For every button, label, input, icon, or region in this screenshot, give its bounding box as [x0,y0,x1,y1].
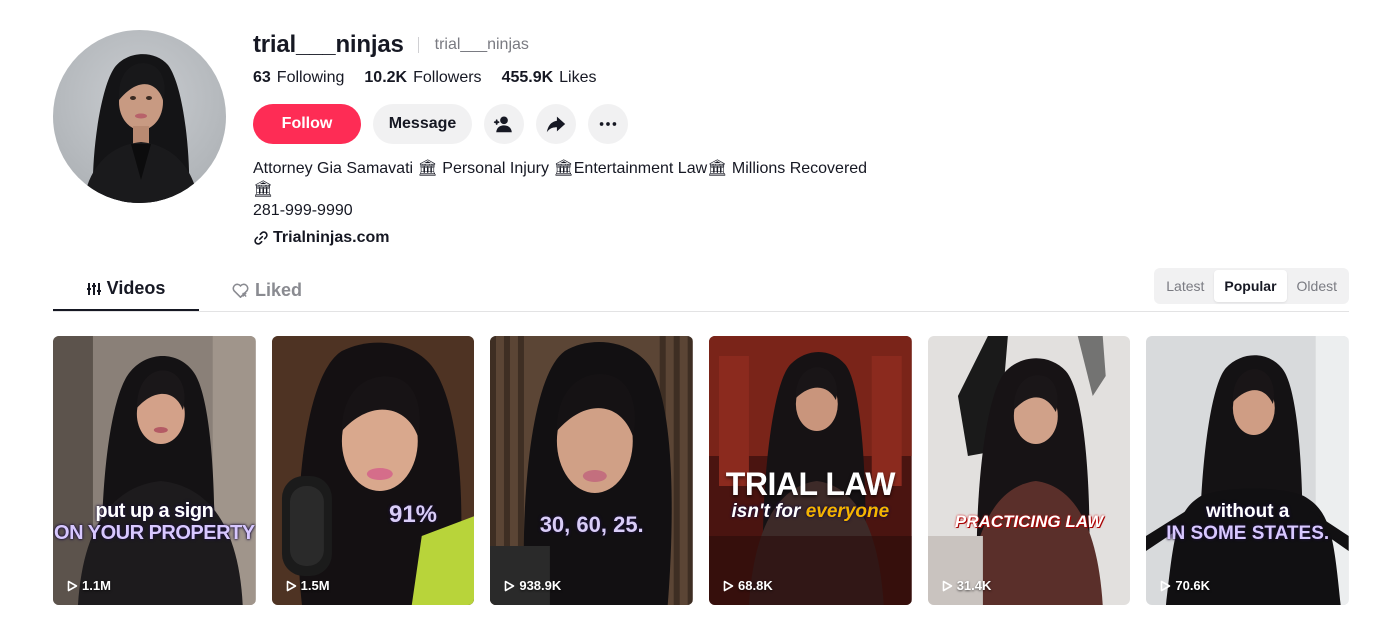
message-button[interactable]: Message [373,104,472,144]
video-views: 31.4K [942,578,992,593]
share-button[interactable] [536,104,576,144]
play-icon [286,580,296,591]
tab-videos[interactable]: Videos [53,268,199,311]
video-caption-line1: 91% [388,501,438,528]
more-icon [599,122,617,126]
video-caption-accent: everyone [805,501,890,522]
tab-liked-label: Liked [254,279,302,300]
video-caption-line1: put up a sign [95,500,214,522]
link-icon [254,231,268,245]
video-caption-line1: without a [1206,501,1290,522]
video-caption: put up a sign ON YOUR PROPERTY [53,500,256,544]
video-caption-line1: PRACTICING LAW [954,512,1104,531]
profile-actions: Follow Message [253,104,953,144]
profile-avatar [53,30,226,203]
play-icon [942,580,952,591]
sort-oldest[interactable]: Oldest [1287,270,1347,302]
tab-videos-label: Videos [106,278,166,298]
play-icon [1161,580,1171,591]
profile-bio: Attorney Gia Samavati 🏛 Personal Injury … [253,160,868,219]
video-thumbnail [490,336,694,605]
following-label: Following [276,69,345,86]
video-views: 938.9K [504,578,561,593]
profile-link[interactable]: Trialninjas.com [253,229,953,247]
video-caption-line2: ON YOUR PROPERTY [54,522,255,544]
video-card[interactable]: 91% 1.5M [271,336,475,605]
play-icon [723,580,734,591]
add-friend-button[interactable] [484,104,524,144]
username: trial___ninjas [253,31,404,58]
video-card[interactable]: put up a sign ON YOUR PROPERTY 1.1M [53,336,256,605]
video-caption: TRIAL LAW isn't for everyone [709,466,912,523]
likes-stat: 455.9K Likes [502,69,597,87]
video-views-count: 1.1M [82,578,111,593]
video-views-count: 938.9K [519,578,562,593]
video-card[interactable]: PRACTICING LAW 31.4K [927,336,1131,605]
profile-stats: 63 Following 10.2K Followers 455.9K Likes [253,67,953,89]
video-views: 1.5M [286,578,330,593]
follow-button[interactable]: Follow [253,104,361,144]
followers-label: Followers [413,69,482,86]
followers-stat[interactable]: 10.2K Followers [364,69,481,87]
nickname: trial___ninjas [434,36,529,53]
more-options-button[interactable] [588,104,628,144]
following-count: 63 [253,69,271,86]
video-thumbnail [53,336,256,605]
video-views-count: 68.8K [738,578,773,593]
video-thumbnail [1146,336,1350,605]
video-caption: 91% [272,501,475,529]
video-views: 1.1M [67,578,111,593]
video-card[interactable]: TRIAL LAW isn't for everyone 68.8K [709,336,912,605]
video-caption-line1: TRIAL LAW [725,466,896,502]
video-caption-line2: isn't for everyone [709,501,912,523]
play-icon [67,580,78,591]
name-row: trial___ninjas trial___ninjas [253,30,953,60]
video-views-count: 1.5M [300,578,330,593]
tab-liked[interactable]: Liked [199,268,335,312]
share-icon [546,116,566,133]
video-card[interactable]: without a IN SOME STATES. 70.6K [1146,336,1350,605]
video-views-count: 70.6K [1175,578,1211,593]
video-views: 70.6K [1160,578,1210,593]
add-friend-icon [493,116,512,133]
name-divider [417,37,419,53]
video-caption-line1: 30, 60, 25. [539,512,644,537]
video-caption-prefix: isn't for [731,501,801,522]
profile-tabs: Videos Liked Latest Popular Oldest [53,268,1349,312]
video-views-count: 31.4K [956,578,992,593]
sort-switcher: Latest Popular Oldest [1154,268,1349,304]
sort-latest[interactable]: Latest [1156,270,1214,302]
video-views: 68.8K [723,578,773,593]
video-caption: PRACTICING LAW [928,512,1131,532]
liked-heart-icon [232,283,249,298]
play-icon [505,580,515,591]
video-caption: 30, 60, 25. [490,512,693,538]
likes-label: Likes [559,69,597,86]
likes-count: 455.9K [501,69,554,86]
video-card[interactable]: 30, 60, 25. 938.9K [490,336,694,605]
profile-info: trial___ninjas trial___ninjas 63 Followin… [253,30,953,247]
videos-grid-icon [86,282,101,295]
video-caption: without a IN SOME STATES. [1146,501,1349,545]
video-thumbnail [271,336,475,605]
sort-popular[interactable]: Popular [1214,270,1287,302]
video-grid: put up a sign ON YOUR PROPERTY 1.1M 91% … [53,336,1350,605]
video-thumbnail [927,336,1131,605]
avatar-image [83,54,199,203]
profile-link-text: Trialninjas.com [273,229,390,246]
following-stat[interactable]: 63 Following [253,69,344,87]
video-caption-line2: IN SOME STATES. [1166,523,1330,544]
followers-count: 10.2K [364,69,408,86]
